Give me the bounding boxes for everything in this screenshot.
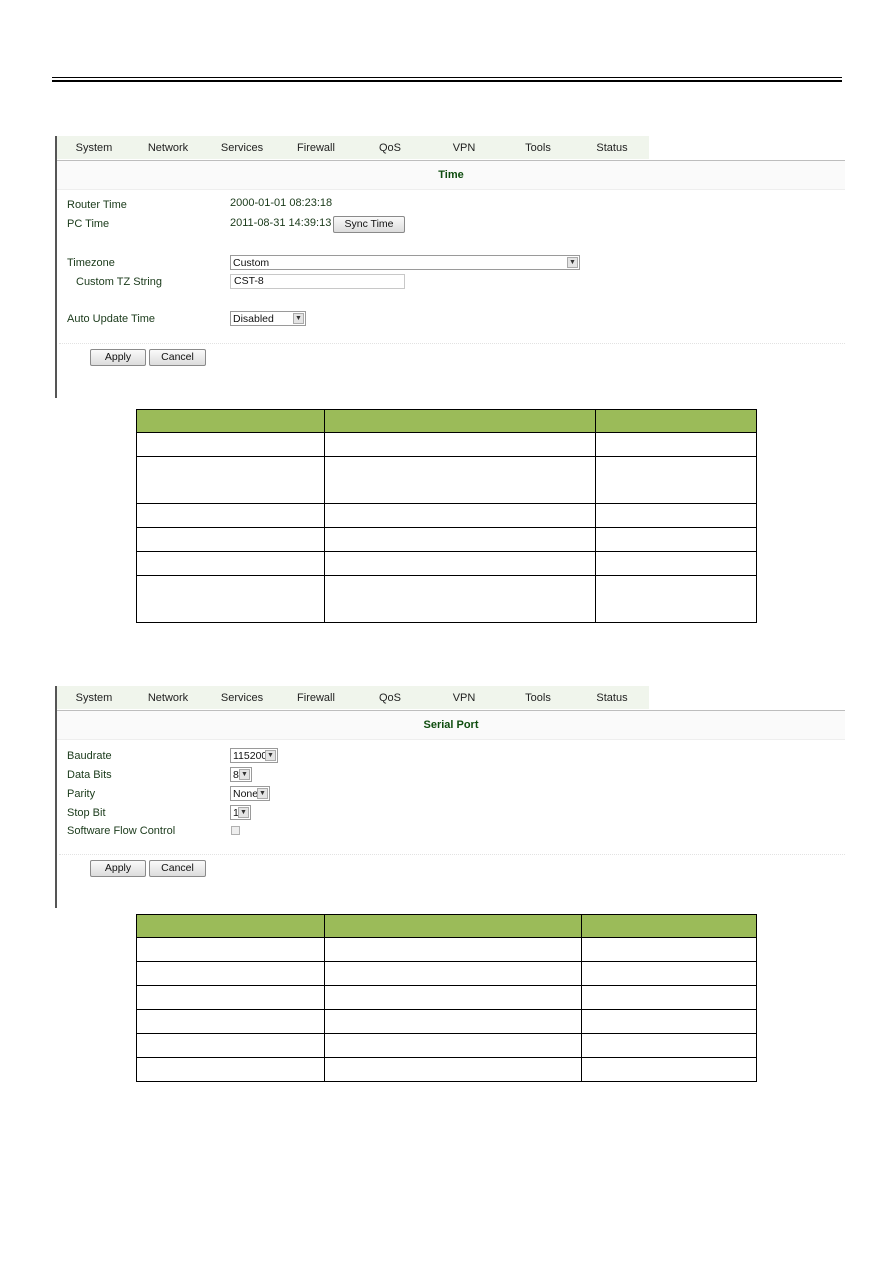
stop-bit-label: Stop Bit [67, 807, 106, 819]
section-title: Serial Port [57, 710, 845, 740]
table-header-cell [324, 914, 582, 938]
nav-status[interactable]: Status [575, 142, 649, 154]
table-header-row [135, 914, 758, 938]
table-row [135, 937, 758, 962]
timezone-select[interactable]: Custom ▼ [230, 255, 580, 270]
pc-time-value: 2011-08-31 14:39:13 [230, 217, 332, 229]
timezone-label: Timezone [67, 257, 115, 269]
nav-system[interactable]: System [57, 142, 131, 154]
apply-button[interactable]: Apply [90, 860, 146, 877]
nav-firewall[interactable]: Firewall [279, 692, 353, 704]
auto-update-label: Auto Update Time [67, 313, 156, 325]
section-title: Time [57, 160, 845, 190]
parity-label: Parity [67, 788, 96, 800]
router-time-label: Router Time [67, 199, 127, 211]
nav-tools[interactable]: Tools [501, 692, 575, 704]
nav-vpn[interactable]: VPN [427, 692, 501, 704]
page-header-rule [52, 77, 842, 82]
table-header-cell [594, 409, 758, 433]
serial-parameters-table [135, 914, 758, 1082]
nav-network[interactable]: Network [131, 692, 205, 704]
time-parameters-table [135, 409, 758, 623]
table-row [135, 1057, 758, 1082]
nav-services[interactable]: Services [205, 692, 279, 704]
table-row [135, 1009, 758, 1034]
divider [59, 343, 845, 344]
cancel-button[interactable]: Cancel [149, 860, 206, 877]
nav-tools[interactable]: Tools [501, 142, 575, 154]
table-row [135, 551, 758, 576]
flow-control-label: Software Flow Control [67, 825, 176, 837]
table-row [135, 527, 758, 552]
table-header-cell [324, 409, 596, 433]
divider [59, 854, 845, 855]
sync-time-button[interactable]: Sync Time [333, 216, 405, 233]
table-row [135, 575, 758, 623]
baudrate-select-value: 115200 [233, 750, 268, 762]
parity-select-value: None [233, 788, 259, 800]
chevron-down-icon[interactable]: ▼ [239, 769, 250, 780]
cancel-button[interactable]: Cancel [149, 349, 206, 366]
parity-select[interactable]: None ▼ [230, 786, 270, 801]
chevron-down-icon[interactable]: ▼ [293, 313, 304, 324]
custom-tz-input[interactable]: CST-8 [230, 274, 405, 289]
nav-services[interactable]: Services [205, 142, 279, 154]
apply-button[interactable]: Apply [90, 349, 146, 366]
table-row [135, 456, 758, 504]
table-row [135, 985, 758, 1010]
chevron-down-icon[interactable]: ▼ [567, 257, 578, 268]
chevron-down-icon[interactable]: ▼ [257, 788, 268, 799]
data-bits-label: Data Bits [67, 769, 112, 781]
auto-update-select[interactable]: Disabled ▼ [230, 311, 306, 326]
nav-system[interactable]: System [57, 692, 131, 704]
table-row [135, 961, 758, 986]
table-row [135, 503, 758, 528]
time-settings-panel: System Network Services Firewall QoS VPN… [55, 136, 847, 398]
table-header-cell [135, 914, 326, 938]
table-header-row [135, 409, 758, 433]
table-row [135, 1033, 758, 1058]
nav-firewall[interactable]: Firewall [279, 142, 353, 154]
data-bits-select[interactable]: 8 ▼ [230, 767, 252, 782]
table-row [135, 432, 758, 457]
custom-tz-label: Custom TZ String [76, 276, 162, 288]
auto-update-select-value: Disabled [233, 313, 274, 325]
router-time-value: 2000-01-01 08:23:18 [230, 197, 333, 209]
chevron-down-icon[interactable]: ▼ [238, 807, 249, 818]
baudrate-select[interactable]: 115200 ▼ [230, 748, 278, 763]
main-nav: System Network Services Firewall QoS VPN… [57, 686, 649, 709]
nav-network[interactable]: Network [131, 142, 205, 154]
main-nav: System Network Services Firewall QoS VPN… [57, 136, 649, 159]
pc-time-label: PC Time [67, 218, 110, 230]
nav-vpn[interactable]: VPN [427, 142, 501, 154]
nav-qos[interactable]: QoS [353, 692, 427, 704]
chevron-down-icon[interactable]: ▼ [265, 750, 276, 761]
timezone-select-value: Custom [233, 257, 270, 269]
stop-bit-select[interactable]: 1 ▼ [230, 805, 251, 820]
table-header-cell [135, 409, 326, 433]
baudrate-label: Baudrate [67, 750, 112, 762]
flow-control-checkbox[interactable] [231, 826, 240, 835]
table-header-cell [580, 914, 758, 938]
serial-port-panel: System Network Services Firewall QoS VPN… [55, 686, 847, 908]
data-bits-select-value: 8 [233, 769, 239, 781]
nav-status[interactable]: Status [575, 692, 649, 704]
nav-qos[interactable]: QoS [353, 142, 427, 154]
